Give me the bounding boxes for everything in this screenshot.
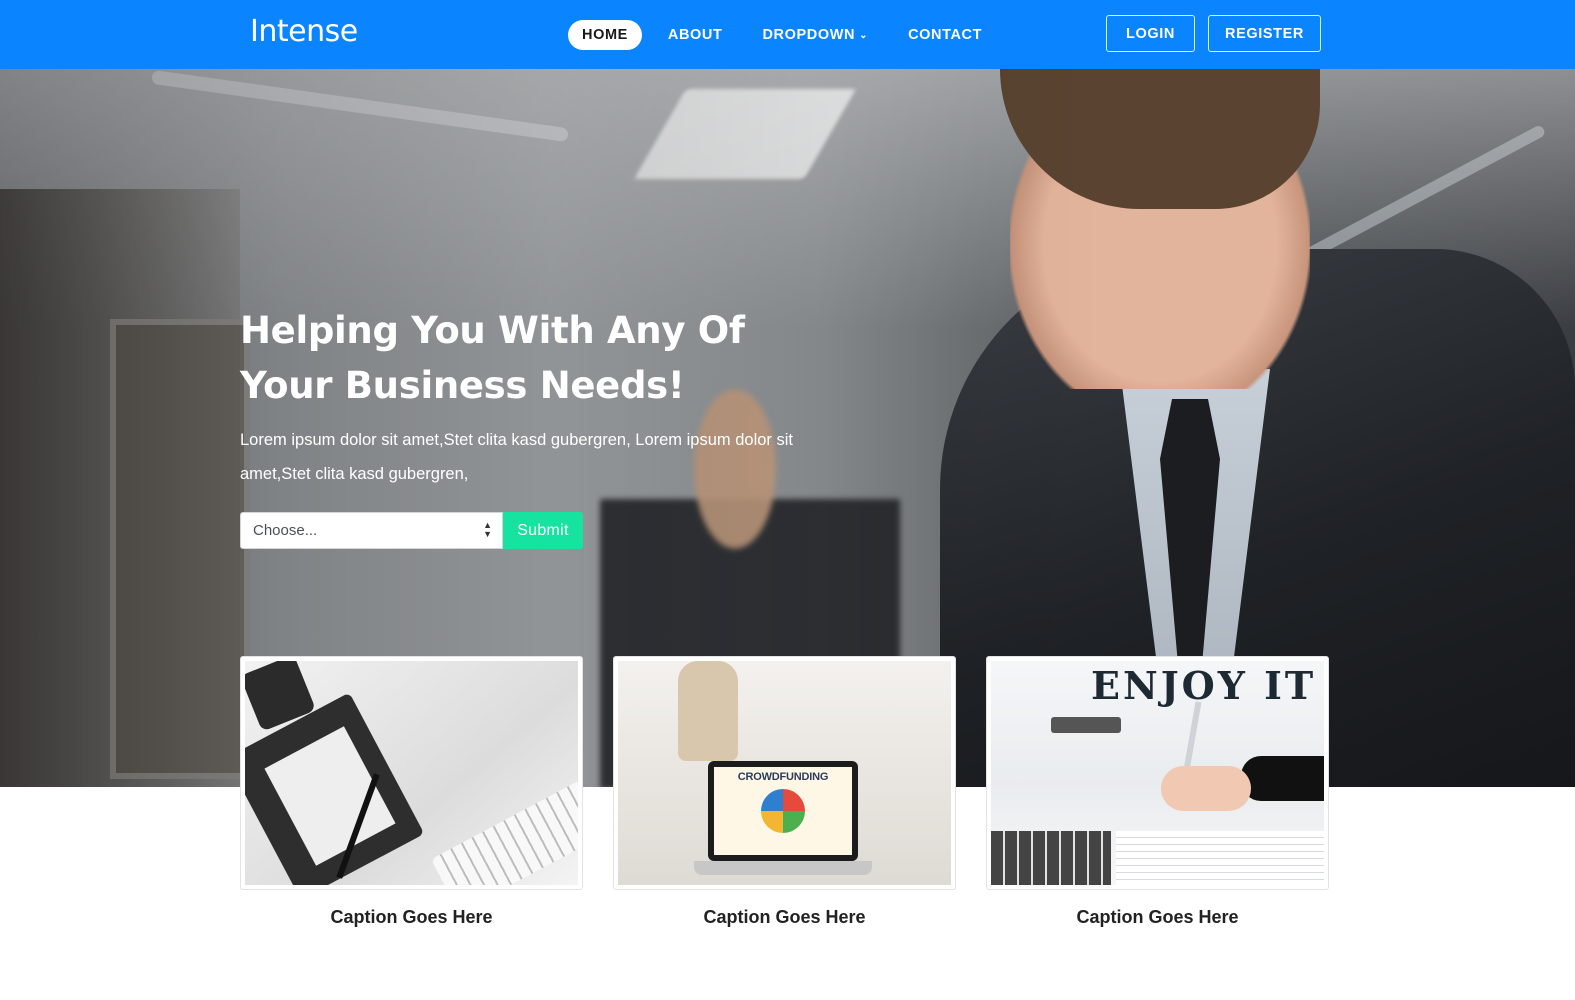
submit-button[interactable]: Submit — [503, 512, 583, 549]
hero-title-line: Your Business Needs! — [240, 364, 685, 407]
sort-arrows-icon: ▲ ▼ — [483, 520, 492, 539]
nav-links: HOME ABOUT DROPDOWN ⌄ CONTACT — [568, 20, 1008, 50]
card-caption: Caption Goes Here — [330, 907, 493, 927]
crowdfunding-wheel-icon — [761, 789, 805, 833]
card-image-writing: ENJOY IT — [991, 661, 1324, 885]
nav-contact[interactable]: CONTACT — [894, 20, 996, 50]
laptop-base — [694, 861, 872, 875]
hero-title: Helping You With Any Of Your Business Ne… — [240, 303, 800, 413]
top-navbar: Intense HOME ABOUT DROPDOWN ⌄ CONTACT LOG… — [0, 0, 1575, 69]
hero-title-line: Helping You With Any Of — [240, 309, 745, 352]
hand-image — [1161, 766, 1251, 811]
crowdfunding-label: CROWDFUNDING — [737, 771, 829, 783]
card-caption: Caption Goes Here — [703, 907, 866, 927]
chevron-down-icon: ⌄ — [859, 30, 869, 41]
laptop-keyboard-image — [991, 831, 1111, 885]
keyboard-image — [430, 779, 578, 885]
card-image-desk — [245, 661, 578, 885]
feature-card[interactable]: CROWDFUNDING — [613, 656, 956, 890]
laptop-image: CROWDFUNDING — [708, 761, 858, 861]
sleeve-image — [1241, 756, 1324, 801]
login-button[interactable]: LOGIN — [1106, 15, 1195, 52]
hero-description: Lorem ipsum dolor sit amet,Stet clita ka… — [240, 431, 793, 483]
nav-dropdown[interactable]: DROPDOWN ⌄ — [748, 20, 882, 50]
nav-about-label: ABOUT — [667, 27, 723, 43]
nav-dropdown-label: DROPDOWN — [762, 27, 856, 43]
phone-image — [1051, 717, 1121, 733]
enjoy-sign: ENJOY IT — [1091, 663, 1317, 708]
mannequin-image — [678, 661, 738, 761]
feature-card[interactable] — [240, 656, 583, 890]
brand-logo[interactable]: Intense — [250, 14, 358, 49]
feature-card[interactable]: ENJOY IT — [986, 656, 1329, 890]
register-button[interactable]: REGISTER — [1208, 15, 1321, 52]
card-caption: Caption Goes Here — [1076, 907, 1239, 927]
nav-home[interactable]: HOME — [568, 20, 642, 50]
card-image-crowdfunding: CROWDFUNDING — [618, 661, 951, 885]
nav-home-label: HOME — [582, 27, 628, 43]
choose-select[interactable]: Choose... ▲ ▼ — [240, 512, 503, 549]
nav-contact-label: CONTACT — [908, 27, 983, 43]
laptop-screen: CROWDFUNDING — [714, 767, 852, 855]
nav-about[interactable]: ABOUT — [654, 20, 737, 50]
choose-select-value: Choose... — [253, 522, 318, 539]
notebook-image — [1116, 831, 1324, 885]
